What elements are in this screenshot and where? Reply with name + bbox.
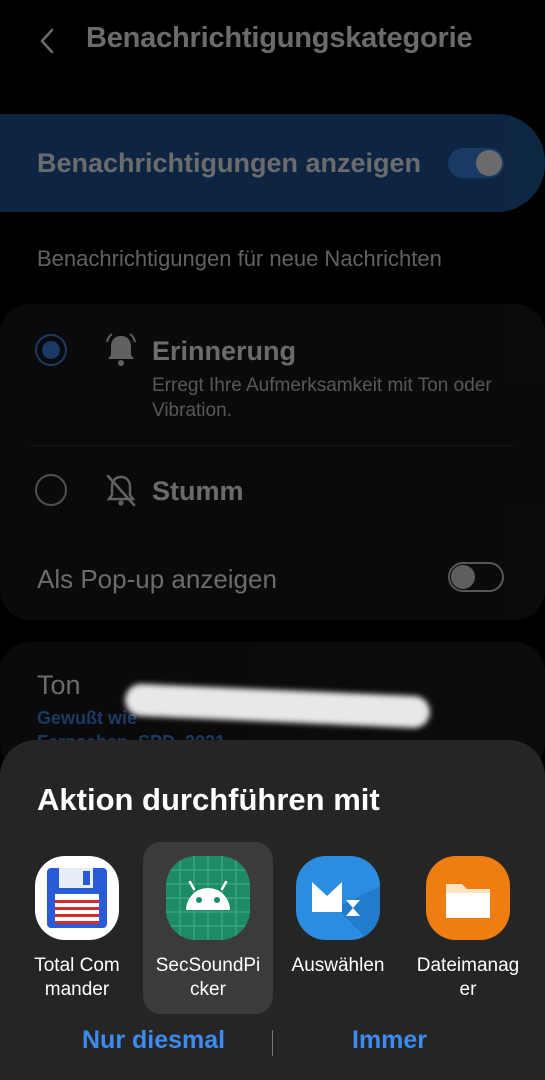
just-once-button[interactable]: Nur diesmal [82, 1026, 225, 1055]
app-chooser-sheet: Aktion durchführen mit Total Com mander [0, 740, 545, 1080]
app-total-commander[interactable]: Total Com mander [12, 842, 142, 1014]
toggle-knob [476, 150, 502, 176]
sound-subtitle: Gewußt wie [37, 708, 138, 728]
radio-stumm[interactable] [35, 474, 67, 506]
toggle-knob [451, 565, 475, 589]
popup-toggle[interactable] [448, 562, 504, 592]
popup-label: Als Pop-up anzeigen [37, 564, 277, 594]
option-title-erinnerung: Erinnerung [152, 336, 297, 366]
app-secsoundpicker[interactable]: SecSoundPi cker [143, 842, 273, 1014]
always-button[interactable]: Immer [352, 1026, 427, 1055]
floppy-disk-icon [35, 856, 119, 940]
master-switch-row[interactable]: Benachrichtigungen anzeigen [0, 114, 545, 212]
bell-off-icon [106, 474, 136, 507]
app-auswaehlen[interactable]: Auswählen [273, 842, 403, 1014]
chevron-left-icon[interactable] [36, 26, 60, 56]
master-switch-label: Benachrichtigungen anzeigen [37, 148, 422, 178]
option-description: Erregt Ihre Aufmerksamkeit mit Ton oder … [152, 375, 492, 421]
sheet-actions: Nur diesmal Immer [0, 1026, 545, 1060]
sound-title: Ton [37, 670, 81, 700]
app-label: Dateimanag er [416, 955, 520, 1000]
action-divider [272, 1030, 273, 1056]
app-label: Auswählen [291, 955, 385, 976]
mx-player-icon [296, 856, 380, 940]
app-bar: Benachrichtigungskategorie [0, 0, 545, 84]
app-label: Total Com mander [34, 955, 120, 1000]
options-card: Erinnerung Erregt Ihre Aufmerksamkeit mi… [0, 304, 545, 620]
folder-icon [426, 856, 510, 940]
app-dateimanager[interactable]: Dateimanag er [403, 842, 533, 1014]
section-label: Benachrichtigungen für neue Nachrichten [37, 246, 442, 271]
divider [30, 445, 515, 446]
app-label: SecSoundPi cker [155, 955, 261, 1000]
page-title: Benachrichtigungskategorie [86, 22, 473, 54]
option-title-stumm: Stumm [152, 476, 244, 506]
android-icon [166, 856, 250, 940]
master-toggle[interactable] [448, 148, 504, 178]
bell-icon [106, 333, 136, 366]
sheet-title: Aktion durchführen mit [37, 782, 380, 817]
radio-erinnerung[interactable] [35, 334, 67, 366]
